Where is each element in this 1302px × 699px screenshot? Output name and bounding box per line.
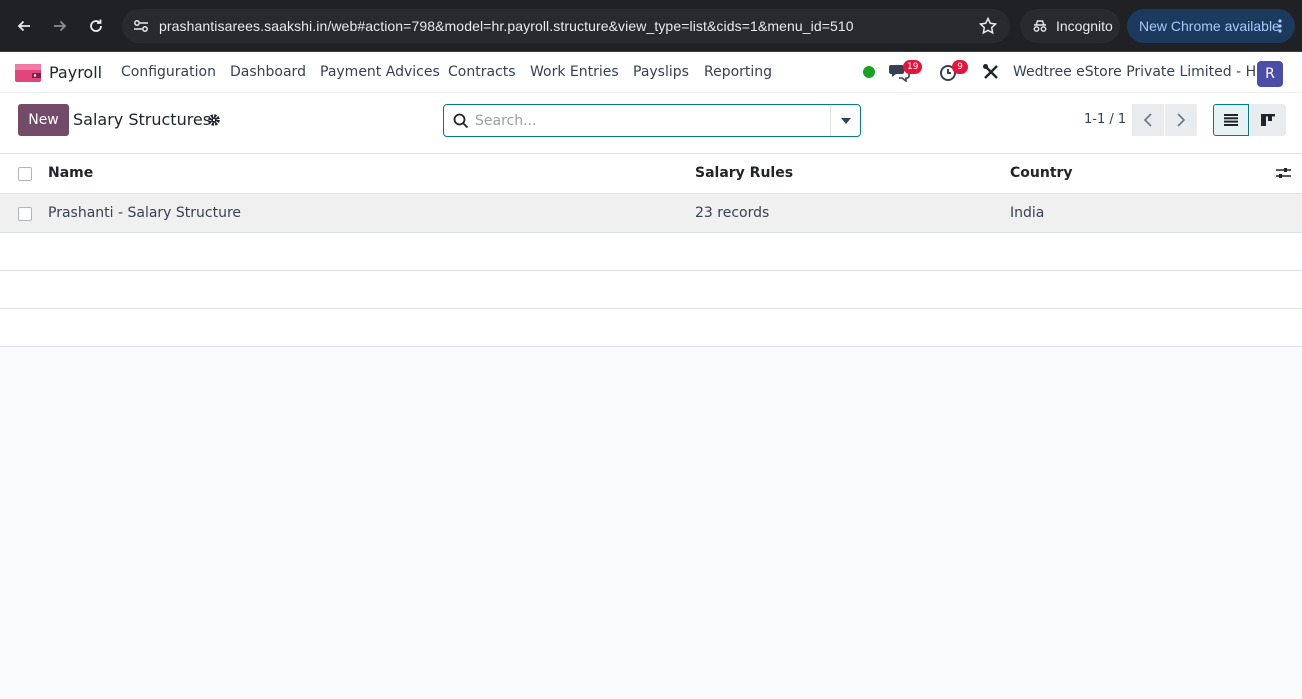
search-bar bbox=[443, 104, 861, 137]
menu-configuration[interactable]: Configuration bbox=[121, 64, 216, 80]
user-avatar[interactable]: R bbox=[1257, 61, 1283, 87]
chevron-right-icon bbox=[1177, 113, 1185, 127]
more-vert-icon bbox=[1278, 19, 1282, 33]
kanban-view-icon bbox=[1261, 114, 1275, 126]
menu-payment-advices[interactable]: Payment Advices bbox=[320, 64, 440, 80]
column-header-country[interactable]: Country bbox=[1010, 165, 1073, 181]
bookmark-star-icon[interactable] bbox=[978, 16, 998, 36]
empty-row bbox=[0, 233, 1302, 271]
pager-previous-button[interactable] bbox=[1132, 104, 1164, 136]
company-switcher[interactable]: Wedtree eStore Private Limited - HO bbox=[1013, 64, 1267, 80]
empty-row bbox=[0, 271, 1302, 309]
arrow-right-icon bbox=[54, 20, 67, 32]
list-view-icon bbox=[1224, 114, 1238, 126]
breadcrumb: Salary Structures bbox=[73, 110, 212, 129]
control-panel: New Salary Structures 1-1 / 1 bbox=[0, 93, 1302, 154]
table-row[interactable]: Prashanti - Salary Structure 23 records … bbox=[0, 194, 1302, 233]
incognito-indicator[interactable]: Incognito bbox=[1020, 9, 1120, 43]
row-select-checkbox[interactable] bbox=[18, 207, 32, 221]
site-settings-icon[interactable] bbox=[132, 17, 150, 35]
column-header-salary-rules[interactable]: Salary Rules bbox=[695, 165, 793, 181]
optional-columns-icon[interactable] bbox=[1276, 166, 1291, 180]
update-chrome-label: New Chrome available bbox=[1139, 18, 1280, 34]
incognito-label: Incognito bbox=[1056, 18, 1113, 34]
pager-next-button[interactable] bbox=[1165, 104, 1197, 136]
list-view-button[interactable] bbox=[1213, 104, 1249, 136]
gear-icon[interactable] bbox=[207, 113, 221, 127]
browser-toolbar: prashantisarees.saakshi.in/web#action=79… bbox=[0, 0, 1302, 52]
url-text: prashantisarees.saakshi.in/web#action=79… bbox=[159, 18, 854, 34]
row-country-cell: India bbox=[1010, 205, 1045, 221]
online-status-icon[interactable] bbox=[863, 66, 875, 78]
menu-payslips[interactable]: Payslips bbox=[633, 64, 689, 80]
list-table: Name Salary Rules Country Prashanti - Sa… bbox=[0, 154, 1302, 347]
menu-work-entries[interactable]: Work Entries bbox=[530, 64, 619, 80]
row-name-cell: Prashanti - Salary Structure bbox=[48, 205, 242, 221]
search-icon bbox=[453, 113, 469, 129]
kanban-view-button[interactable] bbox=[1250, 104, 1286, 136]
new-button[interactable]: New bbox=[18, 104, 69, 136]
reload-icon bbox=[90, 19, 102, 32]
select-all-checkbox[interactable] bbox=[18, 167, 32, 181]
forward-button[interactable] bbox=[46, 12, 74, 40]
incognito-icon bbox=[1033, 20, 1047, 32]
pager-value[interactable]: 1-1 / 1 bbox=[1084, 112, 1126, 127]
reload-button[interactable] bbox=[82, 12, 110, 40]
activities-badge: 9 bbox=[952, 60, 968, 74]
address-bar[interactable]: prashantisarees.saakshi.in/web#action=79… bbox=[122, 9, 1010, 43]
column-header-name[interactable]: Name bbox=[48, 165, 93, 181]
main-navbar: Payroll Configuration Dashboard Payment … bbox=[0, 52, 1302, 93]
table-header-row: Name Salary Rules Country bbox=[0, 154, 1302, 194]
payroll-app-icon[interactable] bbox=[15, 64, 41, 82]
messages-badge: 19 bbox=[903, 60, 923, 74]
app-name[interactable]: Payroll bbox=[49, 63, 102, 82]
menu-contracts[interactable]: Contracts bbox=[448, 64, 516, 80]
arrow-left-icon bbox=[17, 20, 30, 32]
caret-down-icon bbox=[840, 117, 851, 124]
menu-reporting[interactable]: Reporting bbox=[704, 64, 772, 80]
search-input[interactable] bbox=[475, 110, 825, 132]
back-button[interactable] bbox=[10, 12, 38, 40]
empty-row bbox=[0, 309, 1302, 347]
menu-dashboard[interactable]: Dashboard bbox=[230, 64, 306, 80]
update-chrome-button[interactable]: New Chrome available bbox=[1127, 9, 1295, 43]
row-salary-rules-cell: 23 records bbox=[695, 205, 770, 221]
debug-tools-icon[interactable] bbox=[981, 62, 1003, 82]
chevron-left-icon bbox=[1144, 113, 1152, 127]
search-options-toggle[interactable] bbox=[830, 105, 860, 136]
